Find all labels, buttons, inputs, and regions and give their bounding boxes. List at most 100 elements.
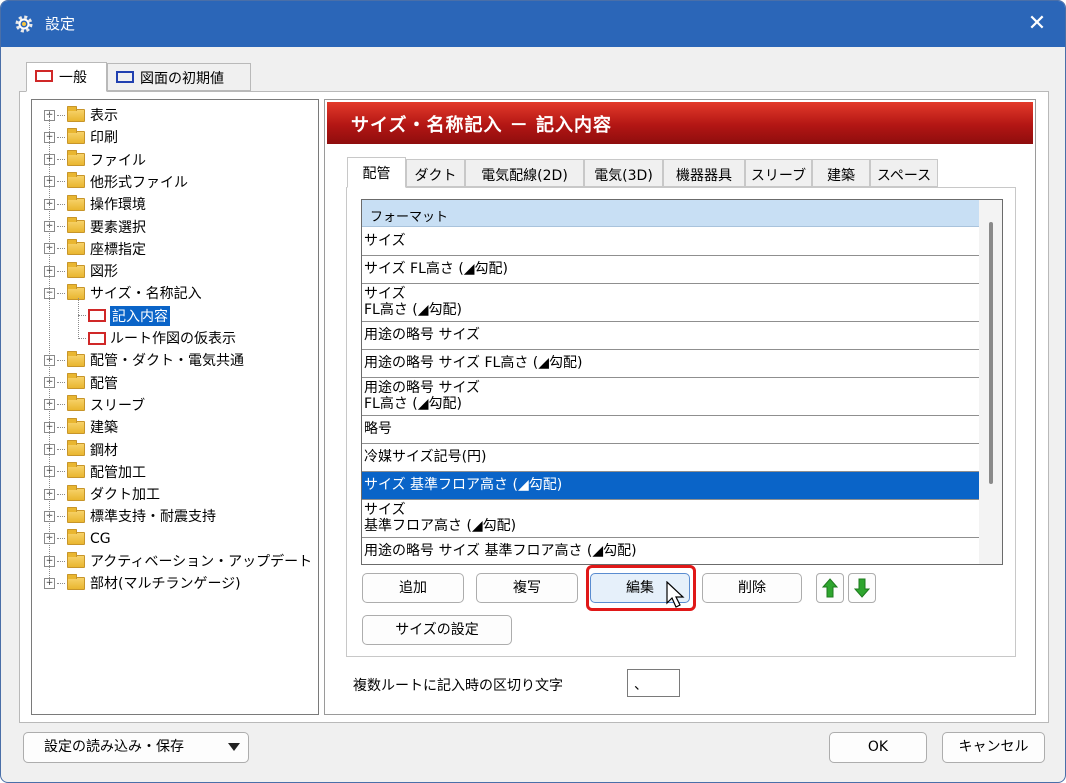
tree-child-item[interactable]: 記入内容 bbox=[78, 305, 170, 327]
tree-item[interactable]: + 要素選択 bbox=[44, 216, 146, 238]
subtab-3[interactable]: 電気(3D) bbox=[584, 159, 663, 187]
tree-item[interactable]: + 印刷 bbox=[44, 126, 118, 148]
tree-item[interactable]: + 配管 bbox=[44, 372, 118, 394]
format-column-header: フォーマット bbox=[362, 200, 979, 227]
tree-item[interactable]: + スリーブ bbox=[44, 394, 145, 416]
tree-item[interactable]: + ファイル bbox=[44, 149, 146, 171]
folder-icon bbox=[67, 373, 85, 390]
format-row[interactable]: サイズ FL高さ (◢勾配) bbox=[362, 256, 979, 284]
format-row[interactable]: サイズ 基準フロア高さ (◢勾配) bbox=[362, 500, 979, 538]
format-row[interactable]: 用途の略号 サイズ 基準フロア高さ (◢勾配) bbox=[362, 538, 979, 564]
format-row[interactable]: 用途の略号 サイズ FL高さ (◢勾配) bbox=[362, 350, 979, 378]
tree-item-label: 他形式ファイル bbox=[90, 174, 188, 191]
tree-item-label: 部材(マルチランゲージ) bbox=[90, 576, 241, 593]
tree-item[interactable]: + 図形 bbox=[44, 260, 118, 282]
tree-item-label: 配管・ダクト・電気共通 bbox=[90, 353, 244, 370]
tree-item-label: ダクト加工 bbox=[90, 487, 160, 504]
cancel-button[interactable]: キャンセル bbox=[942, 732, 1045, 763]
settings-dialog: 設定 ✕ 一般 図面の初期値 + 表示 + 印刷 + ファイル + 他形式ファイル + 操作環境 +… bbox=[0, 0, 1066, 783]
tree-item-label: 図形 bbox=[90, 264, 118, 281]
ok-button[interactable]: OK bbox=[829, 732, 927, 763]
folder-icon bbox=[67, 283, 85, 300]
subtab-1[interactable]: ダクト bbox=[406, 159, 465, 187]
folder-icon bbox=[67, 350, 85, 367]
format-row[interactable]: サイズ bbox=[362, 228, 979, 256]
subtab-6[interactable]: 建築 bbox=[812, 159, 870, 187]
tree-connector bbox=[57, 136, 65, 138]
size-settings-button[interactable]: サイズの設定 bbox=[362, 615, 512, 645]
tree-item[interactable]: + CG bbox=[44, 528, 111, 550]
list-scrollbar[interactable] bbox=[979, 200, 1002, 564]
tab-general-label: 一般 bbox=[59, 70, 87, 86]
tab-general[interactable]: 一般 bbox=[26, 62, 107, 92]
settings-tree[interactable]: + 表示 + 印刷 + ファイル + 他形式ファイル + 操作環境 + 要素選択 + 座標指定 + 図形 − サイ… bbox=[31, 99, 319, 715]
tree-item-label: 建築 bbox=[90, 420, 118, 437]
dropdown-caret-icon bbox=[228, 743, 240, 751]
blue-flag-icon bbox=[116, 71, 134, 83]
tree-item[interactable]: + 部材(マルチランゲージ) bbox=[44, 572, 241, 594]
window-title: 設定 bbox=[45, 15, 76, 33]
tree-connector bbox=[57, 493, 65, 495]
tree-connector bbox=[57, 404, 65, 406]
format-row[interactable]: サイズ 基準フロア高さ (◢勾配) bbox=[362, 472, 979, 500]
tree-item-label: 要素選択 bbox=[90, 219, 146, 236]
folder-icon bbox=[67, 484, 85, 501]
tree-connector bbox=[57, 382, 65, 384]
tree-item[interactable]: + 座標指定 bbox=[44, 238, 146, 260]
scrollbar-thumb[interactable] bbox=[989, 222, 993, 484]
format-row[interactable]: 冷媒サイズ記号(円) bbox=[362, 444, 979, 472]
tree-item-label: CG bbox=[90, 530, 111, 547]
tree-connector bbox=[57, 181, 65, 183]
tree-item[interactable]: + 表示 bbox=[44, 104, 118, 126]
tree-item[interactable]: − サイズ・名称記入 bbox=[44, 282, 202, 304]
tree-item[interactable]: + 操作環境 bbox=[44, 193, 146, 215]
tree-item-label: 標準支持・耐震支持 bbox=[90, 509, 216, 526]
tree-item-label: 座標指定 bbox=[90, 241, 146, 258]
folder-icon bbox=[67, 150, 85, 167]
tree-item[interactable]: + 鋼材 bbox=[44, 439, 118, 461]
tree-connector bbox=[57, 426, 65, 428]
load-save-label: 設定の読み込み・保存 bbox=[44, 739, 184, 755]
load-save-settings-button[interactable]: 設定の読み込み・保存 bbox=[23, 732, 249, 763]
add-button[interactable]: 追加 bbox=[362, 573, 464, 603]
tree-item[interactable]: + 配管加工 bbox=[44, 461, 146, 483]
folder-icon bbox=[67, 506, 85, 523]
folder-icon bbox=[67, 172, 85, 189]
tree-item-label: ファイル bbox=[90, 152, 146, 169]
tab-drawing-defaults[interactable]: 図面の初期値 bbox=[107, 63, 251, 91]
tree-connector bbox=[57, 159, 65, 161]
separator-input[interactable] bbox=[627, 669, 680, 697]
tree-item[interactable]: + 標準支持・耐震支持 bbox=[44, 505, 216, 527]
tree-connector bbox=[57, 359, 65, 361]
close-button[interactable]: ✕ bbox=[1023, 10, 1051, 38]
format-row[interactable]: 略号 bbox=[362, 416, 979, 444]
tree-item[interactable]: + 配管・ダクト・電気共通 bbox=[44, 349, 244, 371]
tree-connector bbox=[57, 560, 65, 562]
subtab-4[interactable]: 機器器具 bbox=[663, 159, 745, 187]
tree-item-label: ルート作図の仮表示 bbox=[110, 331, 236, 347]
move-up-button[interactable] bbox=[816, 573, 844, 603]
move-down-button[interactable] bbox=[848, 573, 876, 603]
format-list[interactable]: フォーマット サイズ サイズ FL高さ (◢勾配) サイズ FL高さ (◢勾配) 用途… bbox=[361, 199, 1003, 565]
tree-item[interactable]: + アクティベーション・アップデート bbox=[44, 550, 312, 572]
folder-icon bbox=[67, 551, 85, 568]
delete-button[interactable]: 削除 bbox=[702, 573, 802, 603]
format-row[interactable]: サイズ FL高さ (◢勾配) bbox=[362, 284, 979, 322]
subtab-0[interactable]: 配管 bbox=[347, 157, 406, 188]
format-row[interactable]: 用途の略号 サイズ bbox=[362, 322, 979, 350]
tree-connector bbox=[57, 471, 65, 473]
subtab-7[interactable]: スペース bbox=[870, 159, 938, 187]
tree-item[interactable]: + ダクト加工 bbox=[44, 483, 160, 505]
green-up-arrow-icon bbox=[821, 578, 839, 598]
tree-item[interactable]: + 建築 bbox=[44, 416, 118, 438]
gear-icon bbox=[15, 15, 33, 33]
format-row[interactable]: 用途の略号 サイズ FL高さ (◢勾配) bbox=[362, 378, 979, 416]
tree-item-label: 配管加工 bbox=[90, 464, 146, 481]
tree-item[interactable]: + 他形式ファイル bbox=[44, 171, 188, 193]
folder-icon bbox=[67, 261, 85, 278]
copy-button[interactable]: 複写 bbox=[476, 573, 578, 603]
tree-connector bbox=[57, 515, 65, 517]
tree-child-item[interactable]: ルート作図の仮表示 bbox=[78, 327, 236, 349]
subtab-2[interactable]: 電気配線(2D) bbox=[465, 159, 584, 187]
subtab-5[interactable]: スリーブ bbox=[745, 159, 812, 187]
